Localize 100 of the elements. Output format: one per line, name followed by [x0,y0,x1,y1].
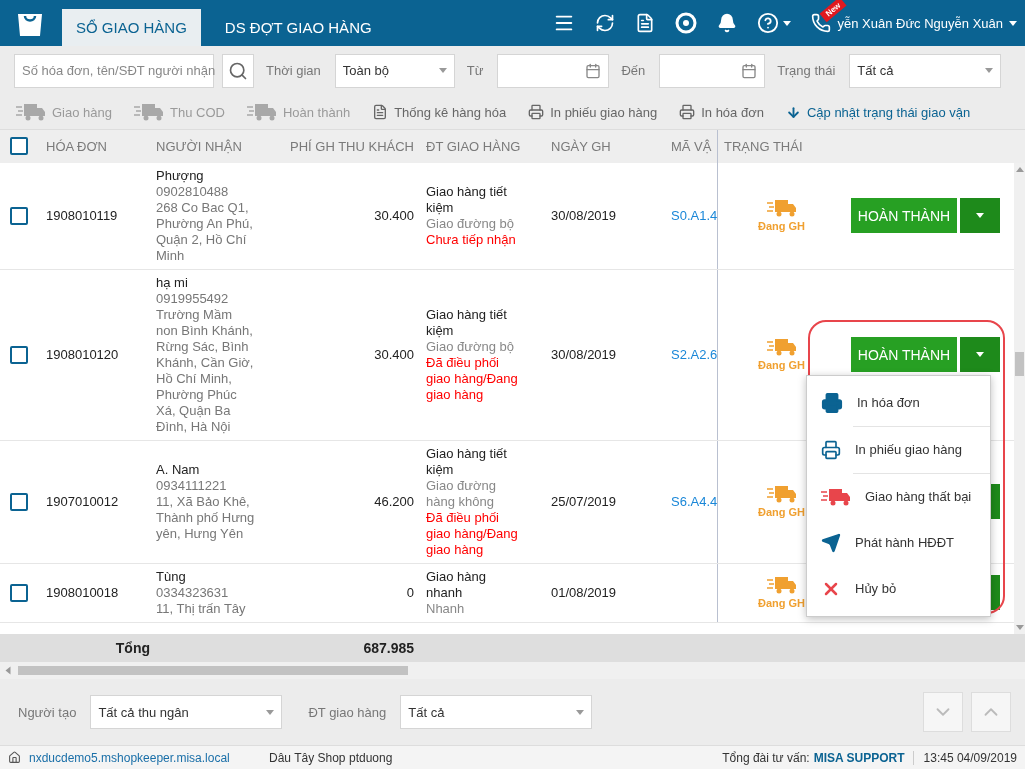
status-text: Đang GH [757,504,806,520]
user-name: ptduong [349,750,393,765]
carrier-status: Chưa tiếp nhận [426,231,517,248]
row-checkbox[interactable] [10,583,28,602]
recipient-name: Phượng [156,167,205,184]
fee-amount: 30.400 [374,207,414,223]
delivery-date: 25/07/2019 [551,493,617,509]
toolbar-button[interactable]: In phiếu giao hàng [528,104,658,121]
total-fee: 687.985 [362,640,415,657]
carrier-status: Đã điều phối giao hàng/Đang giao hàng [426,354,519,403]
fee-amount: 30.400 [374,346,414,362]
support-link[interactable]: MISA SUPPORT [813,750,914,765]
column-header: ĐT GIAO HÀNG [425,138,522,154]
truck-icon [766,574,797,595]
calendar-icon [741,62,758,79]
document-icon[interactable] [635,13,656,33]
filter-select[interactable]: Tất cả [400,695,593,730]
row-checkbox[interactable] [10,492,28,511]
menu-item[interactable]: In hóa đơn [807,380,990,427]
invoice-number: 1908010018 [46,584,120,601]
total-label: Tổng [114,640,150,657]
menu-item[interactable]: Hủy bỏ [807,566,990,613]
printer-icon [528,104,545,121]
column-header: NGƯỜI NHẬN [155,138,243,154]
swirl-icon[interactable] [675,12,698,34]
carrier-name: Giao hàng tiết kiệm [426,306,508,339]
invoice-number: 1907010012 [46,493,120,510]
toolbar-button[interactable]: Thống kê hàng hóa [372,104,507,121]
printer-icon [821,440,841,461]
tracking-link[interactable]: S0.A1.4 [671,207,717,223]
column-header: TRẠNG THÁI [717,129,845,163]
truck-icon [16,102,46,123]
document-icon [372,104,389,121]
to-date-field[interactable] [659,53,766,88]
hotline-label: Tổng đài tư vấn: [722,750,810,765]
send-icon [821,533,841,554]
carrier-name: Giao hàng tiết kiệm [426,445,508,478]
dropdown-button[interactable] [960,198,1000,234]
tab[interactable]: SỔ GIAO HÀNG [62,9,201,46]
status-select[interactable]: Tất cả [849,53,1002,88]
recipient-address: 11, Xã Bảo Khê, Thành phố Hưng yên, Hưng Yên [156,493,256,542]
to-label: Đến [621,63,646,79]
time-select[interactable]: Toàn bộ [334,53,455,88]
sync-icon[interactable] [595,13,616,33]
truck-icon [766,483,797,504]
truck-icon [246,102,277,123]
column-header: MÃ VẬ [670,138,713,154]
search-icon [228,60,248,81]
vertical-scrollbar[interactable] [1014,162,1025,635]
carrier-name: Giao hàng nhanh [426,568,487,601]
search-field[interactable]: Số hóa đơn, tên/SĐT người nhận [14,53,214,88]
recipient-name: Tùng [156,568,187,585]
dropdown-button[interactable] [960,337,1000,373]
menu-item[interactable]: Giao hàng thất bại [807,474,990,521]
bell-icon[interactable] [717,13,738,33]
help-button[interactable] [757,12,792,34]
truck-icon [821,487,851,508]
menu-item[interactable]: Phát hành HĐĐT [807,520,990,567]
time-label: Thời gian [266,63,321,79]
clock-text: 13:45 04/09/2019 [923,750,1018,765]
horizontal-scrollbar[interactable] [0,662,1025,680]
column-header: HÓA ĐƠN [45,138,108,154]
select-all-checkbox[interactable] [10,137,28,156]
search-button[interactable] [222,53,254,88]
truck-icon [134,102,164,123]
toolbar-button[interactable]: In hóa đơn [679,104,764,121]
printer-icon [679,104,696,121]
delivery-date: 30/08/2019 [551,346,617,362]
tab[interactable]: DS ĐỢT GIAO HÀNG [210,9,386,46]
tracking-link[interactable]: S2.A2.6 [671,346,717,362]
row-checkbox[interactable] [10,345,28,364]
status-label: Trạng thái [777,63,836,79]
carrier-status: Đã điều phối giao hàng/Đang giao hàng [426,509,519,558]
filter-select[interactable]: Tất cả thu ngân [90,695,283,730]
column-header: PHÍ GH THU KHÁCH [289,138,415,154]
carrier-name: Giao hàng tiết kiệm [426,183,508,216]
filter-label: Người tạo [18,704,77,720]
tracking-link[interactable]: S6.A4.4 [671,493,717,509]
recipient-phone: 0334323631 [156,584,230,601]
recipient-phone: 0902810488 [156,183,230,200]
arrow-down-icon [785,104,801,120]
toolbar-button[interactable]: Cập nhật trạng thái giao vận [785,104,971,120]
recipient-address: 268 Co Bac Q1, Phường An Phú, Quận 2, Hồ Chí Minh [156,199,254,264]
filter-label: ĐT giao hàng [308,704,387,720]
recipient-address: Trường Mầm non Bình Khánh, Rừng Sác, Bình Khánh, Cần Giờ, Hồ Chí Minh, Phường Phúc Xá, Quận Ba Đình, Hà Nội [156,306,255,435]
column-header: NGÀY GH [550,138,612,154]
home-icon [8,751,21,764]
row-checkbox[interactable] [10,206,28,225]
from-date-field[interactable] [497,53,610,88]
service-type: Giao đường hàng không [426,477,497,510]
complete-button[interactable]: HOÀN THÀNH [851,198,957,234]
complete-button[interactable]: HOÀN THÀNH [851,337,957,373]
menu-item[interactable]: In phiếu giao hàng [807,427,990,474]
status-text: Đang GH [757,595,806,611]
calendar-icon [585,62,602,79]
status-text: Đang GH [757,218,806,234]
truck-icon [766,336,797,357]
printer-icon [821,392,843,415]
recipient-phone: 0919955492 [156,290,230,307]
site-link[interactable]: nxducdemo5.mshopkeeper.misa.local [29,750,269,765]
